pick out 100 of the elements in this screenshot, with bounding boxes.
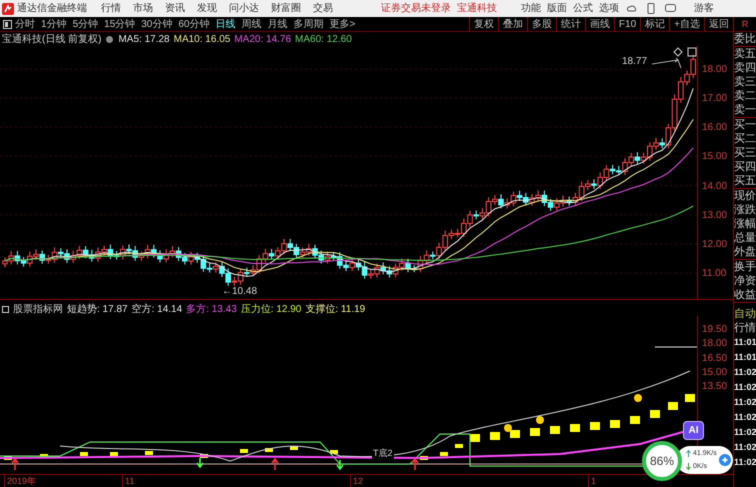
indicator-bar — [145, 451, 153, 455]
login-status[interactable]: 证券交易未登录 — [381, 1, 451, 16]
up-arrow-icon — [271, 458, 279, 471]
indicator-bar — [610, 420, 620, 428]
ma-legend: MA10: 16.05 — [174, 32, 230, 46]
cloud-icon[interactable] — [627, 4, 637, 14]
trade-time: 11:02 — [734, 456, 756, 469]
panel-toggle-icon[interactable] — [2, 306, 9, 312]
up-arrow-icon — [411, 458, 419, 471]
quote-label: 卖二 — [734, 89, 756, 103]
indicator-value: 空方: 14.14 — [132, 302, 182, 316]
price-axis-label: 18.00 — [702, 63, 728, 77]
signal-label: T底2 — [372, 447, 394, 460]
toolbar-button[interactable]: 返回 — [704, 16, 733, 32]
date-axis-label: 1 — [588, 475, 596, 487]
indicator-axis-label: 13.50 — [702, 380, 728, 394]
pointer-arrow — [652, 58, 682, 68]
toolbar-button[interactable]: F10 — [614, 16, 640, 32]
trade-time: 11:02 — [734, 411, 756, 424]
indicator-bar — [110, 452, 118, 456]
quote-label: 现价 — [734, 189, 756, 203]
quote-label: 换手 — [734, 260, 756, 274]
up-arrow-icon — [686, 450, 691, 457]
quote-label: 涨幅 — [734, 217, 756, 231]
indicator-value: 短趋势: 17.87 — [67, 302, 128, 316]
indicator-axis-label: 18.00 — [702, 337, 728, 352]
date-axis-label: 2019年 — [4, 475, 36, 487]
period-tab[interactable]: 15分钟 — [104, 16, 136, 32]
plus-icon[interactable] — [719, 454, 731, 466]
toolbar-button[interactable]: 复权 — [468, 16, 498, 32]
price-axis-label: 17.00 — [702, 92, 728, 106]
toolbar-button[interactable]: 多股 — [526, 16, 556, 32]
period-tab[interactable]: 周线 — [242, 16, 262, 32]
trade-time: 11:02 — [734, 396, 756, 409]
period-tab[interactable]: 分时 — [15, 16, 35, 32]
indicator-bar — [265, 448, 273, 452]
period-tab[interactable]: 5分钟 — [72, 16, 98, 32]
trade-time: 11:02 — [734, 366, 756, 379]
app-title: 通达信金融终端 — [17, 2, 87, 16]
period-tab[interactable]: 1分钟 — [41, 16, 67, 32]
menu-item[interactable]: 发现 — [197, 1, 217, 16]
period-tab[interactable]: 30分钟 — [141, 16, 172, 32]
tool-menu-item[interactable]: 版面 — [547, 1, 567, 16]
quote-label: 卖一 — [734, 103, 756, 118]
tool-menu-item[interactable]: 公式 — [573, 1, 593, 16]
resistance-line — [654, 346, 697, 348]
price-axis-label: 14.00 — [702, 180, 728, 194]
diamond-icon[interactable] — [673, 47, 683, 57]
low-price-label: ←10.48 — [222, 285, 258, 299]
menu-item[interactable]: 问小达 — [229, 1, 259, 16]
period-tab[interactable]: 日线 — [216, 16, 236, 32]
menu-item[interactable]: 市场 — [133, 1, 153, 16]
ma-legend: MA20: 14.76 — [234, 32, 292, 46]
indicator-axis-label: 16.50 — [702, 352, 728, 366]
period-tab[interactable]: 更多> — [330, 16, 356, 32]
menu-item[interactable]: 资讯 — [165, 1, 185, 16]
message-icon[interactable] — [665, 4, 676, 13]
side-tab[interactable]: 行情 — [734, 321, 756, 335]
indicator-bar — [685, 394, 695, 402]
panel-icon[interactable] — [688, 48, 696, 56]
indicator-bar — [240, 449, 248, 453]
toolbar-button[interactable]: +自选 — [669, 16, 704, 32]
ma-legend: MA5: 17.28 — [118, 32, 170, 46]
quote-label: 买三 — [734, 146, 756, 160]
trade-time: 11:01 — [734, 351, 756, 364]
ma-legend: MA60: 12.60 — [295, 32, 352, 46]
indicator-value: 多方: 13.43 — [186, 302, 237, 316]
phone-icon[interactable] — [647, 3, 655, 14]
period-tab[interactable]: 多周期 — [294, 16, 324, 32]
quote-label: 买一 — [734, 118, 756, 132]
indicator-value: 压力位: 12.90 — [240, 302, 302, 316]
quote-label: 买二 — [734, 132, 756, 146]
toolbar-button[interactable]: 标记 — [640, 16, 670, 32]
price-axis-label: 16.00 — [702, 121, 728, 136]
menu-item[interactable]: 行情 — [101, 1, 121, 16]
side-tab[interactable]: 自动 — [734, 307, 756, 321]
usage-gauge[interactable]: 86% — [642, 441, 682, 481]
quote-label: 买五 — [734, 174, 756, 189]
indicator-bar — [630, 416, 640, 424]
toolbar-button[interactable]: 叠加 — [498, 16, 527, 32]
toolbar-button[interactable]: 统计 — [556, 16, 585, 32]
tool-menu-item[interactable]: 选项 — [599, 1, 619, 16]
indicator-bar — [510, 430, 520, 438]
ai-button[interactable]: AI — [683, 421, 704, 440]
menu-item[interactable]: 交易 — [313, 1, 333, 16]
high-price-label: 18.77 — [622, 55, 648, 69]
menu-item[interactable]: 财富圈 — [271, 1, 301, 16]
side-badge[interactable]: R — [734, 17, 756, 32]
stock-link[interactable]: 宝通科技 — [457, 1, 497, 16]
quote-label: 买四 — [734, 160, 756, 174]
period-tab[interactable]: 60分钟 — [178, 16, 210, 32]
period-tab[interactable]: 月线 — [268, 16, 288, 32]
indicator-bar — [490, 432, 500, 440]
quote-label: 卖四 — [734, 61, 756, 75]
toolbar-button[interactable]: 画线 — [584, 16, 614, 32]
user-label[interactable]: 游客 — [694, 1, 714, 16]
indicator-bar — [80, 452, 88, 456]
panel-toggle-icon[interactable] — [3, 20, 12, 28]
tool-menu-item[interactable]: 功能 — [521, 1, 541, 16]
indicator-bar — [570, 424, 580, 432]
